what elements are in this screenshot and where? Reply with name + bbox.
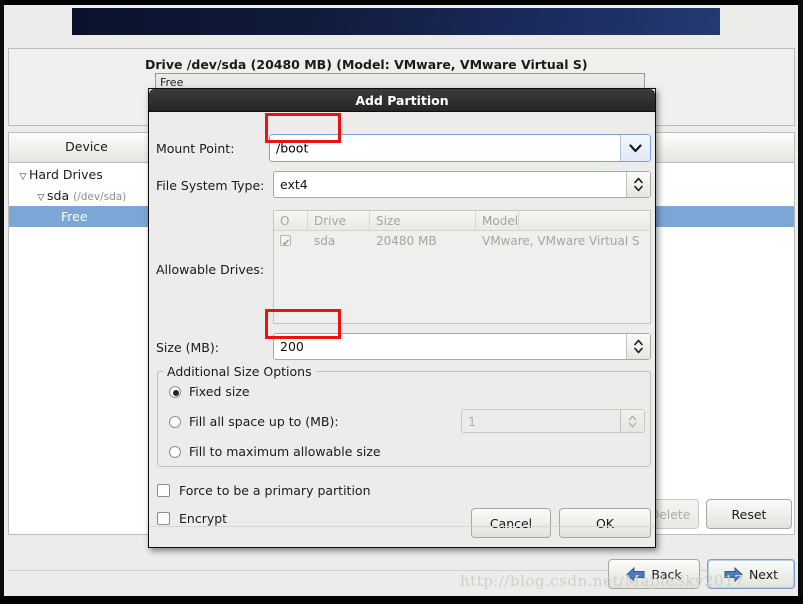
drives-table-header: O Drive Size Model [274,210,650,231]
fill-up-to-input[interactable]: 1 [461,409,645,433]
radio-unselected-icon [169,416,181,428]
checkbox-label: Encrypt [179,511,228,526]
size-stepper-icon[interactable] [626,334,650,359]
file-system-type-value: ext4 [280,177,308,192]
radio-fill-all-space-up-to[interactable]: Fill all space up to (MB): [169,414,339,429]
add-partition-dialog: Add Partition Mount Point: /boot File Sy… [148,88,656,548]
drive-row-name: sda [314,234,336,248]
size-input[interactable]: 200 [273,333,651,360]
table-row[interactable]: sda 20480 MB VMware, VMware Virtual S [274,231,650,254]
checkbox-force-primary-partition[interactable]: Force to be a primary partition [157,482,371,498]
radio-selected-icon [169,386,181,398]
radio-label: Fixed size [189,384,250,399]
additional-size-options-title: Additional Size Options [163,364,316,379]
dialog-body: Mount Point: /boot File System Type: ext… [149,112,655,549]
allowable-drives-table[interactable]: O Drive Size Model sda 20480 MB VMware, … [273,210,651,324]
dialog-title: Add Partition [355,92,449,108]
tree-item-label: Free [61,209,88,224]
drive-row-checkbox[interactable] [274,231,308,254]
mount-point-value: /boot [276,140,309,156]
size-value: 200 [280,339,304,354]
up-down-arrows-icon[interactable] [626,172,650,197]
mount-point-combo[interactable]: /boot [269,134,651,162]
checkbox-unchecked-icon [157,512,170,525]
dialog-footer-divider [149,526,655,527]
installer-banner [72,8,720,35]
radio-label: Fill all space up to (MB): [189,414,339,429]
frame-top-edge [0,0,803,5]
column-header-drive: Drive [308,210,370,231]
drive-row-model: VMware, VMware Virtual S [482,234,640,248]
radio-fill-to-maximum[interactable]: Fill to maximum allowable size [169,444,381,459]
radio-fixed-size[interactable]: Fixed size [169,384,250,399]
allowable-drives-label: Allowable Drives: [156,262,265,277]
ok-button[interactable]: OK [559,508,651,538]
drive-row-size: 20480 MB [376,234,437,248]
tree-item-label: Hard Drives [29,167,103,182]
column-header-size: Size [370,210,476,231]
drive-title: Drive /dev/sda (20480 MB) (Model: VMware… [145,57,588,72]
column-header-model: Model [476,210,520,231]
watermark-text: http://blog.csdn.net/MapleSky2017 [460,572,745,590]
reset-button[interactable]: Reset [706,499,792,529]
column-header-select: O [274,210,308,231]
checkbox-unchecked-icon [157,484,170,497]
dialog-titlebar: Add Partition [149,89,655,112]
radio-unselected-icon [169,446,181,458]
mount-point-label: Mount Point: [156,141,235,156]
frame-left-edge [0,0,4,604]
column-header-device[interactable]: Device [9,139,165,163]
checkbox-encrypt[interactable]: Encrypt [157,510,227,526]
checkbox-checked-icon [280,233,291,254]
next-button-label: Next [748,566,779,582]
file-system-type-label: File System Type: [156,178,265,193]
chevron-down-icon[interactable] [620,135,650,161]
frame-bottom-edge [0,596,803,604]
tree-item-label: sda [47,188,70,203]
fill-up-to-value: 1 [468,413,476,429]
frame-right-edge [798,0,803,604]
fill-up-to-stepper-icon[interactable] [620,410,644,432]
installer-screen: Drive /dev/sda (20480 MB) (Model: VMware… [0,0,803,604]
checkbox-label: Force to be a primary partition [179,483,371,498]
size-label: Size (MB): [156,340,219,355]
file-system-type-combo[interactable]: ext4 [273,171,651,198]
tree-item-sublabel: (/dev/sda) [73,191,127,203]
radio-label: Fill to maximum allowable size [189,444,381,459]
cancel-button[interactable]: Cancel [471,508,551,538]
